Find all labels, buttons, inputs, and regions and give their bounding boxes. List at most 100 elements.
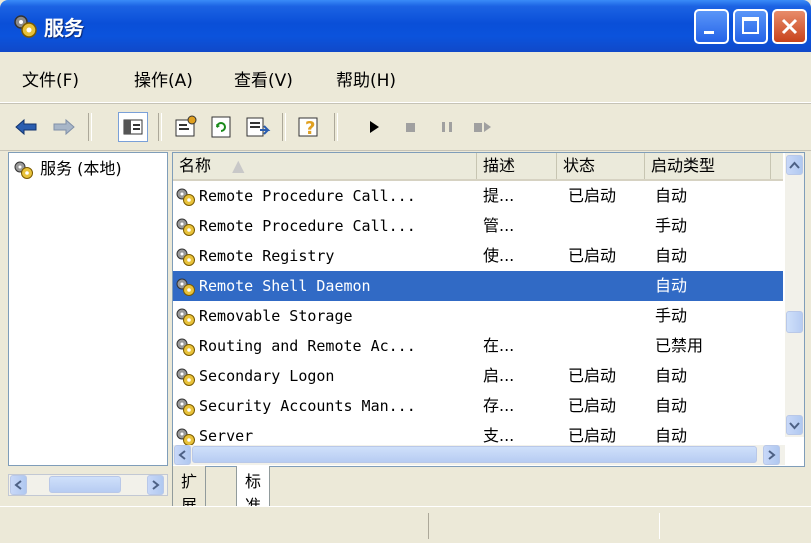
cell-startup-type: 自动 [655,246,688,265]
column-startup-type[interactable]: 启动类型 [645,153,771,179]
scroll-right-button[interactable] [147,475,164,495]
stop-service-button[interactable] [396,112,426,142]
scroll-left-button[interactable] [174,445,191,465]
start-icon [370,121,379,133]
cell-description: 提... [483,186,515,205]
service-gear-icon [176,218,195,236]
services-gear-icon [14,161,33,179]
minimize-button[interactable] [694,9,729,44]
arrow-right-icon [768,450,776,460]
table-row[interactable]: Removable Storage 手动 [173,301,783,331]
table-row[interactable]: Remote Registry 使... 已启动 自动 [173,241,783,271]
start-service-button[interactable] [360,112,390,142]
table-row[interactable]: Remote Procedure Call... 提... 已启动 自动 [173,181,783,211]
menu-help[interactable]: 帮助(H) [336,66,396,91]
cell-status: 已启动 [568,396,617,415]
menu-file[interactable]: 文件(F) [22,66,79,91]
cell-description: 启... [483,366,515,385]
export-list-button[interactable] [242,112,272,142]
status-pane [428,513,660,539]
services-window: 服务 文件(F) 操作(A) 查看(V) 帮助(H) ? 服务 (本地) 名称 … [0,0,811,543]
arrow-right-icon [152,480,160,490]
cell-status: 已启动 [568,186,617,205]
toolbar: ? [0,103,811,151]
table-row[interactable]: Security Accounts Man... 存... 已启动 自动 [173,391,783,421]
toolbar-separator [88,113,92,141]
toolbar-separator [158,113,162,141]
svg-text:?: ? [305,118,315,139]
menu-view[interactable]: 查看(V) [234,66,293,91]
cell-name: Security Accounts Man... [175,391,416,421]
cell-description: 使... [483,246,515,265]
scroll-down-button[interactable] [786,415,803,435]
table-row[interactable]: Secondary Logon 启... 已启动 自动 [173,361,783,391]
column-name[interactable]: 名称 ▲ [173,153,477,179]
cell-description: 在... [483,336,515,355]
scroll-left-button[interactable] [10,475,27,495]
back-button[interactable] [12,112,42,142]
cell-name: Routing and Remote Ac... [175,331,416,361]
stop-icon [406,123,415,132]
title-bar[interactable]: 服务 [0,0,811,52]
arrow-left-icon [14,480,22,490]
list-hscroll-thumb[interactable] [192,446,757,463]
close-button[interactable] [772,9,807,44]
service-gear-icon [176,428,195,446]
service-name: Remote Shell Daemon [199,277,371,295]
refresh-icon [211,116,231,138]
refresh-button[interactable] [206,112,236,142]
service-gear-icon [176,338,195,356]
table-row[interactable]: Routing and Remote Ac... 在... 已禁用 [173,331,783,361]
cell-status: 已启动 [568,366,617,385]
column-description[interactable]: 描述 [477,153,557,179]
arrow-down-icon [789,422,800,430]
service-name: Routing and Remote Ac... [199,337,416,355]
scroll-right-button[interactable] [763,445,780,465]
window-title: 服务 [44,16,84,40]
column-name-label: 名称 [179,156,212,175]
tree-scroll-thumb[interactable] [49,476,121,493]
arrow-up-icon [789,161,800,169]
cell-name: Remote Registry [175,241,334,271]
service-name: Remote Procedure Call... [199,187,416,205]
service-name: Removable Storage [199,307,353,325]
column-status[interactable]: 状态 [557,153,645,179]
tree-horizontal-scrollbar[interactable] [8,474,168,496]
tree-node-services-local[interactable]: 服务 (本地) [13,155,122,180]
list-horizontal-scrollbar[interactable] [173,445,785,465]
sort-ascending-icon: ▲ [232,156,245,175]
help-button[interactable]: ? [294,112,324,142]
tree-pane: 服务 (本地) [8,152,168,466]
pause-icon [442,122,452,132]
properties-button[interactable] [170,112,200,142]
status-bar [0,506,811,543]
service-name: Secondary Logon [199,367,335,385]
tree-node-label: 服务 (本地) [40,159,122,178]
cell-name: Remote Procedure Call... [175,211,416,241]
restart-service-button[interactable] [468,112,498,142]
menu-bar: 文件(F) 操作(A) 查看(V) 帮助(H) [0,52,811,103]
list-scroll-thumb[interactable] [786,311,803,333]
scroll-up-button[interactable] [786,155,803,175]
cell-startup-type: 自动 [655,276,688,295]
list-vertical-scrollbar[interactable] [785,153,804,437]
service-name: Remote Registry [199,247,335,265]
toolbar-separator [282,113,286,141]
cell-description: 存... [483,396,515,415]
properties-icon [175,115,197,137]
table-row[interactable]: Remote Shell Daemon 自动 [173,271,783,301]
forward-button[interactable] [48,112,78,142]
back-icon [15,118,37,136]
table-row[interactable]: Remote Procedure Call... 管... 手动 [173,211,783,241]
cell-startup-type: 手动 [655,306,688,325]
pause-service-button[interactable] [432,112,462,142]
service-name: Remote Procedure Call... [199,217,416,235]
minimize-icon [704,31,714,34]
cell-status: 已启动 [568,246,617,265]
menu-action[interactable]: 操作(A) [134,66,193,91]
show-hide-tree-button[interactable] [118,112,148,142]
service-gear-icon [176,368,195,386]
service-gear-icon [176,188,195,206]
services-gear-icon [14,15,37,38]
maximize-button[interactable] [733,9,768,44]
